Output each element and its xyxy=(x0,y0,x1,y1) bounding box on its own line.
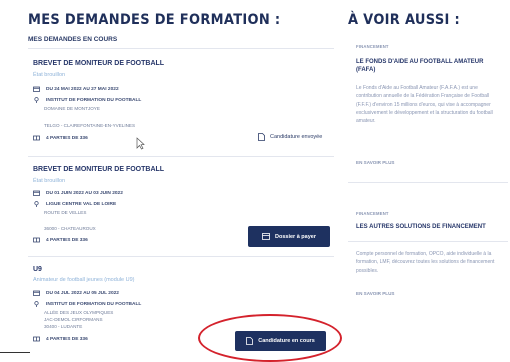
org-text: LIGUE CENTRE VAL DE LOIRE xyxy=(46,201,117,207)
mouse-cursor-icon xyxy=(136,137,145,150)
card-title: U9 xyxy=(33,266,42,273)
subtitle-en-cours: MES DEMANDES EN COURS xyxy=(28,36,118,43)
card-status: État brouillon xyxy=(33,178,66,184)
org-text: INSTITUT DE FORMATION DU FOOTBALL xyxy=(46,97,142,103)
section-title-demandes: MES DEMANDES DE FORMATION : xyxy=(28,12,281,29)
card-status: État brouillon xyxy=(33,72,66,78)
payment-card-icon xyxy=(262,233,270,240)
divider xyxy=(28,156,334,157)
button-label: Dossier à payer xyxy=(275,233,316,240)
location-text: 30400 - LUDANTE xyxy=(44,324,83,329)
calendar-icon xyxy=(33,190,40,196)
places-row: 4 PARTIES DE 336 xyxy=(33,135,88,141)
location-text: 36000 - CHATEAUROUX xyxy=(44,226,96,231)
places-row: 4 PARTIES DE 336 xyxy=(33,336,88,342)
date-row: DU 01 JUIN 2022 AU 03 JUIN 2022 xyxy=(33,190,123,196)
en-savoir-plus-link[interactable]: EN SAVOIR PLUS xyxy=(356,160,394,165)
location-pin-icon xyxy=(34,301,39,307)
date-text: DU 01 JUIN 2022 AU 03 JUIN 2022 xyxy=(46,190,123,196)
date-row: DU 24 MAI 2022 AU 27 MAI 2022 xyxy=(33,86,119,92)
ticket-icon xyxy=(33,135,40,141)
location-text: TELGO - CLAIREFONTAINE-EN-YVELINES xyxy=(44,123,136,128)
highlight-annotation xyxy=(198,314,342,362)
places-text: 4 PARTIES DE 336 xyxy=(46,336,88,342)
divider xyxy=(0,352,30,353)
card-title: BREVET DE MONITEUR DE FOOTBALL xyxy=(33,166,165,173)
document-icon xyxy=(258,133,265,141)
places-row: 4 PARTIES DE 336 xyxy=(33,237,88,243)
candidature-envoyee-button[interactable]: Candidature envoyée xyxy=(258,133,322,141)
aside-title[interactable]: LES AUTRES SOLUTIONS DE FINANCEMENT xyxy=(356,223,504,231)
aside-tag: FINANCEMENT xyxy=(356,211,389,216)
training-card: BREVET DE MONITEUR DE FOOTBALL État brou… xyxy=(28,54,334,154)
divider xyxy=(28,256,334,257)
org-row: LIGUE CENTRE VAL DE LOIRE xyxy=(33,201,116,207)
places-text: 4 PARTIES DE 336 xyxy=(46,237,88,243)
section-title-voir-aussi: À VOIR AUSSI : xyxy=(348,12,460,29)
dossier-a-payer-button[interactable]: Dossier à payer xyxy=(248,226,330,247)
button-label: Candidature envoyée xyxy=(270,134,323,140)
org-text: INSTITUT DE FORMATION DU FOOTBALL xyxy=(46,301,142,307)
calendar-icon xyxy=(33,86,40,92)
org-detail-2: JAC-DEMOL CIRFORMANS xyxy=(44,317,103,322)
aside-text: Compte personnel de formation, OPCO, aid… xyxy=(356,251,495,274)
org-row: INSTITUT DE FORMATION DU FOOTBALL xyxy=(33,97,141,103)
calendar-icon xyxy=(33,290,40,296)
location-pin-icon xyxy=(34,97,39,103)
date-row: DU 04 JUL 2022 AU 05 JUL 2022 xyxy=(33,290,119,296)
card-title: BREVET DE MONITEUR DE FOOTBALL xyxy=(33,60,165,67)
divider xyxy=(348,182,508,183)
aside-tag: FINANCEMENT xyxy=(356,44,389,49)
org-detail: DOMAINE DE MONTJOYE xyxy=(44,106,100,111)
places-text: 4 PARTIES DE 336 xyxy=(46,135,88,141)
date-text: DU 24 MAI 2022 AU 27 MAI 2022 xyxy=(46,86,119,92)
training-card: BREVET DE MONITEUR DE FOOTBALL État brou… xyxy=(28,160,334,252)
aside-text: Le Fonds d'Aide au Football Amateur (F.A… xyxy=(356,85,493,125)
date-text: DU 04 JUL 2022 AU 05 JUL 2022 xyxy=(46,290,119,296)
card-status: Animateur de football jeunes (module U9) xyxy=(33,277,135,283)
en-savoir-plus-link[interactable]: EN SAVOIR PLUS xyxy=(356,291,394,296)
org-row: INSTITUT DE FORMATION DU FOOTBALL xyxy=(33,301,141,307)
divider xyxy=(28,48,334,49)
ticket-icon xyxy=(33,237,40,243)
location-pin-icon xyxy=(34,201,39,207)
aside-title[interactable]: LE FONDS D'AIDE AU FOOTBALL AMATEUR (FAF… xyxy=(356,58,504,74)
ticket-icon xyxy=(33,336,40,342)
divider xyxy=(348,241,508,242)
org-detail: ALLÉE DES JEUX OLYMPIQUES xyxy=(44,310,114,315)
org-detail: ROUTE DE VELLES xyxy=(44,210,87,215)
